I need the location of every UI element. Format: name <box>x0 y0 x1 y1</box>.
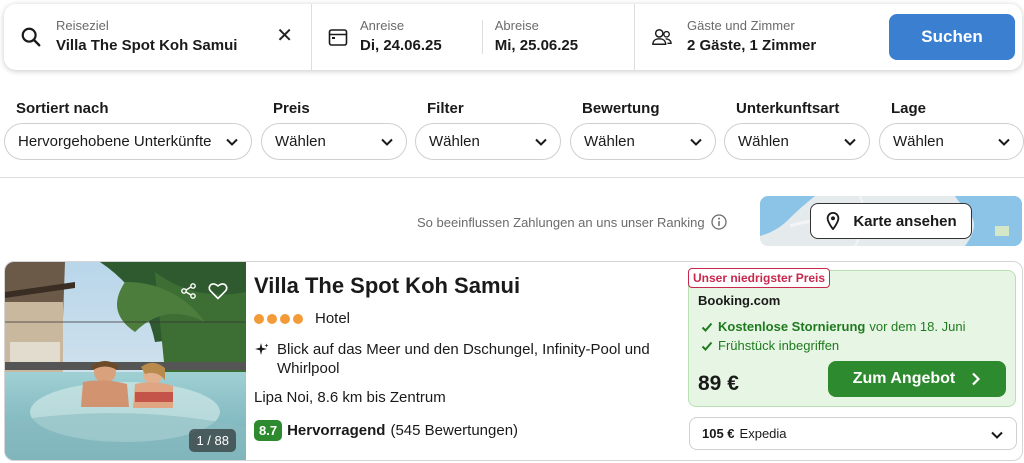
dates-field[interactable]: Anreise Di, 24.06.25 Abreise Mi, 25.06.2… <box>312 4 635 70</box>
search-bar: Reiseziel Villa The Spot Koh Samui ✕ Anr… <box>4 4 1022 70</box>
lowest-price-badge: Unser niedrigster Preis <box>688 268 831 288</box>
checkin-field[interactable]: Anreise Di, 24.06.25 <box>360 18 442 56</box>
review-count: (545 Bewertungen) <box>390 422 519 439</box>
perk-title: Frühstück inbegriffen <box>718 338 840 353</box>
checkout-field[interactable]: Abreise Mi, 25.06.25 <box>495 18 578 56</box>
alternative-offer[interactable]: 105 € Expedia <box>689 417 1017 450</box>
star-dot-icon <box>280 313 290 324</box>
checkout-value: Mi, 25.06.25 <box>494 37 579 54</box>
filter-filter: Filter Wählen <box>415 99 561 160</box>
accommodation-type: Hotel <box>315 310 351 327</box>
check-icon <box>701 341 713 351</box>
filter-value: Wählen <box>584 133 635 150</box>
filter-rating: Bewertung Wählen <box>570 99 716 160</box>
clear-icon[interactable]: ✕ <box>276 26 293 46</box>
star-dot-icon <box>267 313 277 324</box>
hotel-name[interactable]: Villa The Spot Koh Samui <box>254 273 520 299</box>
chevron-down-icon <box>844 138 856 146</box>
checkin-label: Anreise <box>360 18 405 33</box>
filter-label: Bewertung <box>582 100 660 117</box>
guests-field[interactable]: Gäste und Zimmer 2 Gäste, 1 Zimmer <box>635 4 885 70</box>
star-dot-icon <box>254 313 264 324</box>
view-deal-label: Zum Angebot <box>852 370 956 387</box>
filter-value: Hervorgehobene Unterkünfte <box>18 133 212 150</box>
filter-price: Preis Wählen <box>261 99 407 160</box>
filter-label: Unterkunftsart <box>736 100 840 117</box>
chevron-down-icon <box>998 138 1010 146</box>
guests-icon <box>652 28 672 45</box>
star-dot-icon <box>293 313 303 324</box>
checkout-label: Abreise <box>494 18 539 33</box>
filter-value: Wählen <box>738 133 789 150</box>
chevron-down-icon <box>226 138 238 146</box>
chevron-right-icon <box>972 372 981 386</box>
filter-label: Sortiert nach <box>16 100 109 117</box>
chevron-down-icon <box>690 138 702 146</box>
star-rating: Hotel <box>254 310 350 327</box>
deal-price: 89 € <box>698 372 739 395</box>
free-cancellation-perk: Kostenlose Stornierung vor dem 18. Juni <box>701 319 965 334</box>
rating-label: Hervorragend <box>287 422 386 439</box>
rating-select[interactable]: Wählen <box>570 123 716 160</box>
sparkle-icon <box>255 343 269 355</box>
filter-value: Wählen <box>893 133 944 150</box>
heart-icon-glyph <box>208 283 228 300</box>
date-divider <box>481 20 483 54</box>
destination-field[interactable]: Reiseziel Villa The Spot Koh Samui ✕ <box>4 4 312 70</box>
search-icon <box>21 27 41 47</box>
filter-label: Lage <box>891 100 927 117</box>
filter-label: Preis <box>273 100 310 117</box>
guests-value: 2 Gäste, 1 Zimmer <box>687 37 817 54</box>
divider <box>0 177 1024 178</box>
filter-label: Filter <box>427 100 464 117</box>
filter-select[interactable]: Wählen <box>415 123 561 160</box>
perk-detail: vor dem 18. Juni <box>869 319 966 334</box>
show-map-label: Karte ansehen <box>853 212 957 230</box>
check-icon <box>701 322 713 332</box>
rating-score: 8.7 <box>254 420 283 441</box>
photo-counter: 1 / 88 <box>189 429 236 452</box>
filter-value: Wählen <box>275 133 326 150</box>
price-select[interactable]: Wählen <box>261 123 407 160</box>
chevron-down-icon <box>381 138 393 146</box>
alt-offer-price: 105 € <box>702 426 735 441</box>
chevron-down-icon <box>991 431 1003 439</box>
heart-icon[interactable] <box>203 276 233 306</box>
share-icon-glyph <box>181 283 196 299</box>
destination-label: Reiseziel <box>56 18 109 33</box>
view-deal-button[interactable]: Zum Angebot <box>828 361 1006 397</box>
sort-select[interactable]: Hervorgehobene Unterkünfte <box>4 123 252 160</box>
alt-offer-provider: Expedia <box>739 426 787 441</box>
destination-value[interactable]: Villa The Spot Koh Samui <box>56 36 237 56</box>
filter-location: Lage Wählen <box>879 99 1024 160</box>
filter-bar: Sortiert nach Hervorgehobene Unterkünfte… <box>0 99 1024 161</box>
filter-accommodation-type: Unterkunftsart Wählen <box>724 99 870 160</box>
feature-highlight: Blick auf das Meer und den Dschungel, In… <box>254 340 664 378</box>
ranking-note[interactable]: So beeinflussen Zahlungen an uns unser R… <box>417 214 727 230</box>
location-select[interactable]: Wählen <box>879 123 1024 160</box>
accommodation-type-select[interactable]: Wählen <box>724 123 870 160</box>
guests-label: Gäste und Zimmer <box>687 18 795 33</box>
breakfast-perk: Frühstück inbegriffen <box>701 338 839 353</box>
search-button[interactable]: Suchen <box>889 14 1015 60</box>
calendar-icon <box>328 29 348 46</box>
feature-text: Blick auf das Meer und den Dschungel, In… <box>277 341 650 377</box>
review-rating[interactable]: 8.7 Hervorragend (545 Bewertungen) <box>254 420 518 441</box>
map-preview[interactable]: Karte ansehen <box>760 196 1022 246</box>
chevron-down-icon <box>535 138 547 146</box>
perk-title: Kostenlose Stornierung <box>718 319 866 334</box>
hotel-card[interactable]: 1 / 88 Villa The Spot Koh Samui Hotel Bl… <box>4 261 1023 461</box>
show-map-button[interactable]: Karte ansehen <box>810 203 972 239</box>
hotel-photo[interactable]: 1 / 88 <box>5 262 246 460</box>
checkin-value: Di, 24.06.25 <box>360 37 442 54</box>
deal-provider: Booking.com <box>698 293 781 308</box>
info-icon[interactable] <box>711 214 727 230</box>
filter-value: Wählen <box>429 133 480 150</box>
hotel-location: Lipa Noi, 8.6 km bis Zentrum <box>254 389 446 406</box>
ranking-note-text: So beeinflussen Zahlungen an uns unser R… <box>417 214 705 230</box>
filter-sort: Sortiert nach Hervorgehobene Unterkünfte <box>4 99 252 160</box>
share-icon[interactable] <box>174 276 204 306</box>
map-pin-icon <box>827 212 840 230</box>
